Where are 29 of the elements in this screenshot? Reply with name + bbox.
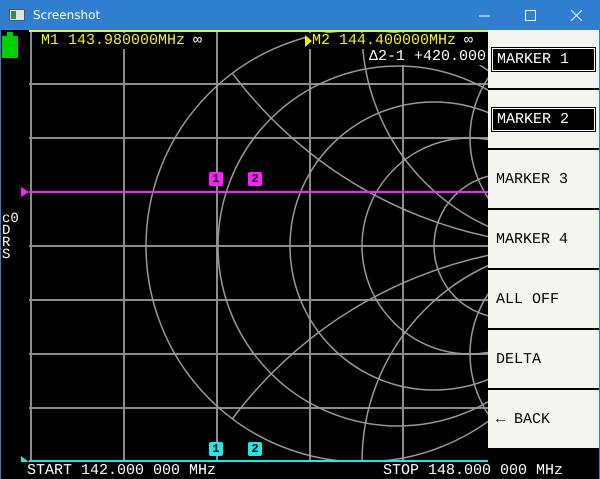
menu-button[interactable]: DELTA [488, 330, 599, 388]
start-frequency: START 142.000 000 MHz [27, 462, 216, 478]
stop-frequency: STOP 148.000 000 MHz [382, 462, 563, 478]
trace-reference-icon [21, 187, 29, 197]
marker-symbol: ∞ [193, 33, 202, 49]
menu-button[interactable]: ALL OFF [488, 270, 599, 328]
marker-flag: 1 [209, 442, 223, 456]
marker-symbol: ∞ [464, 33, 474, 49]
channel-label: c0 [2, 213, 19, 225]
marker-flag: 1 [209, 172, 223, 186]
marker-flag: 2 [248, 172, 262, 186]
window-title: Screenshot [33, 8, 102, 22]
channel-label: R [2, 237, 12, 249]
maximize-icon [524, 10, 536, 20]
marker-flag: 2 [248, 442, 262, 456]
app-icon [9, 9, 25, 21]
trace-reference-icon [21, 456, 29, 462]
menu-button[interactable]: MARKER 4 [488, 210, 599, 268]
battery-icon [2, 32, 18, 58]
menu-button[interactable]: MARKER 3 [488, 150, 599, 208]
delta-readout: Δ2-1 +420.000 [368, 49, 486, 65]
menu-button[interactable]: MARKER 1 [488, 30, 599, 88]
close-icon [570, 10, 582, 20]
channel-label: S [2, 249, 12, 261]
menu-button[interactable]: MARKER 2 [488, 90, 599, 148]
marker-readout: M1 143.980000MHz [41, 33, 186, 49]
channel-label: D [2, 225, 12, 237]
marker-readout: M2 144.400000MHz [312, 33, 456, 49]
menu-button[interactable]: ← BACK [488, 390, 599, 448]
